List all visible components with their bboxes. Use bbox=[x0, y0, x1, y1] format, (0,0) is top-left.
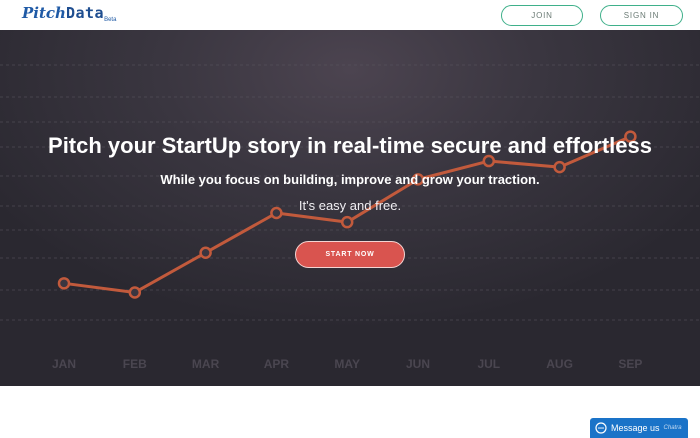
chart-point-aug bbox=[553, 160, 566, 174]
hero-note: It's easy and free. bbox=[298, 198, 402, 213]
chart-tick-label: MAR bbox=[192, 357, 220, 371]
chart-tick-label: JAN bbox=[52, 357, 76, 371]
chat-widget-button[interactable]: Message us Chatra bbox=[590, 418, 688, 438]
hero-section: JAN FEB MAR APR MAY JUN JUL AUG SEP Pitch your S… bbox=[0, 30, 700, 386]
beta-label: Beta bbox=[104, 17, 117, 23]
chart-point-jan bbox=[57, 277, 71, 290]
top-navbar: PitchDataBeta JOIN SIGN IN bbox=[0, 0, 700, 30]
chart-point-may bbox=[340, 215, 354, 229]
logo-data-text: Data bbox=[65, 4, 105, 22]
chart-tick-label: FEB bbox=[123, 357, 147, 371]
sign-in-button[interactable]: SIGN IN bbox=[600, 5, 683, 26]
chart-point-feb bbox=[128, 286, 142, 299]
start-now-button[interactable]: START NOW bbox=[295, 241, 405, 268]
chat-brand: Chatra bbox=[663, 425, 682, 431]
logo-pitch-text: Pitch bbox=[22, 4, 66, 22]
hero-title: Pitch your StartUp story in real-time se… bbox=[48, 133, 652, 158]
chart-tick-label: JUN bbox=[406, 357, 430, 371]
join-button[interactable]: JOIN bbox=[501, 5, 583, 26]
hero-subtitle: While you focus on building, improve and… bbox=[160, 172, 540, 187]
chart-tick-label: APR bbox=[264, 357, 290, 371]
chat-label: Message us bbox=[611, 423, 660, 433]
chat-bubble-icon bbox=[595, 422, 607, 434]
chart-series-line bbox=[63, 135, 631, 294]
chart-point-mar bbox=[199, 246, 212, 259]
chart-tick-label: AUG bbox=[546, 357, 573, 371]
chart-tick-label: JUL bbox=[477, 357, 500, 371]
chart-tick-label: SEP bbox=[618, 357, 642, 371]
pitchdata-logo[interactable]: PitchDataBeta bbox=[22, 4, 116, 26]
chart-tick-label: MAY bbox=[334, 357, 360, 371]
